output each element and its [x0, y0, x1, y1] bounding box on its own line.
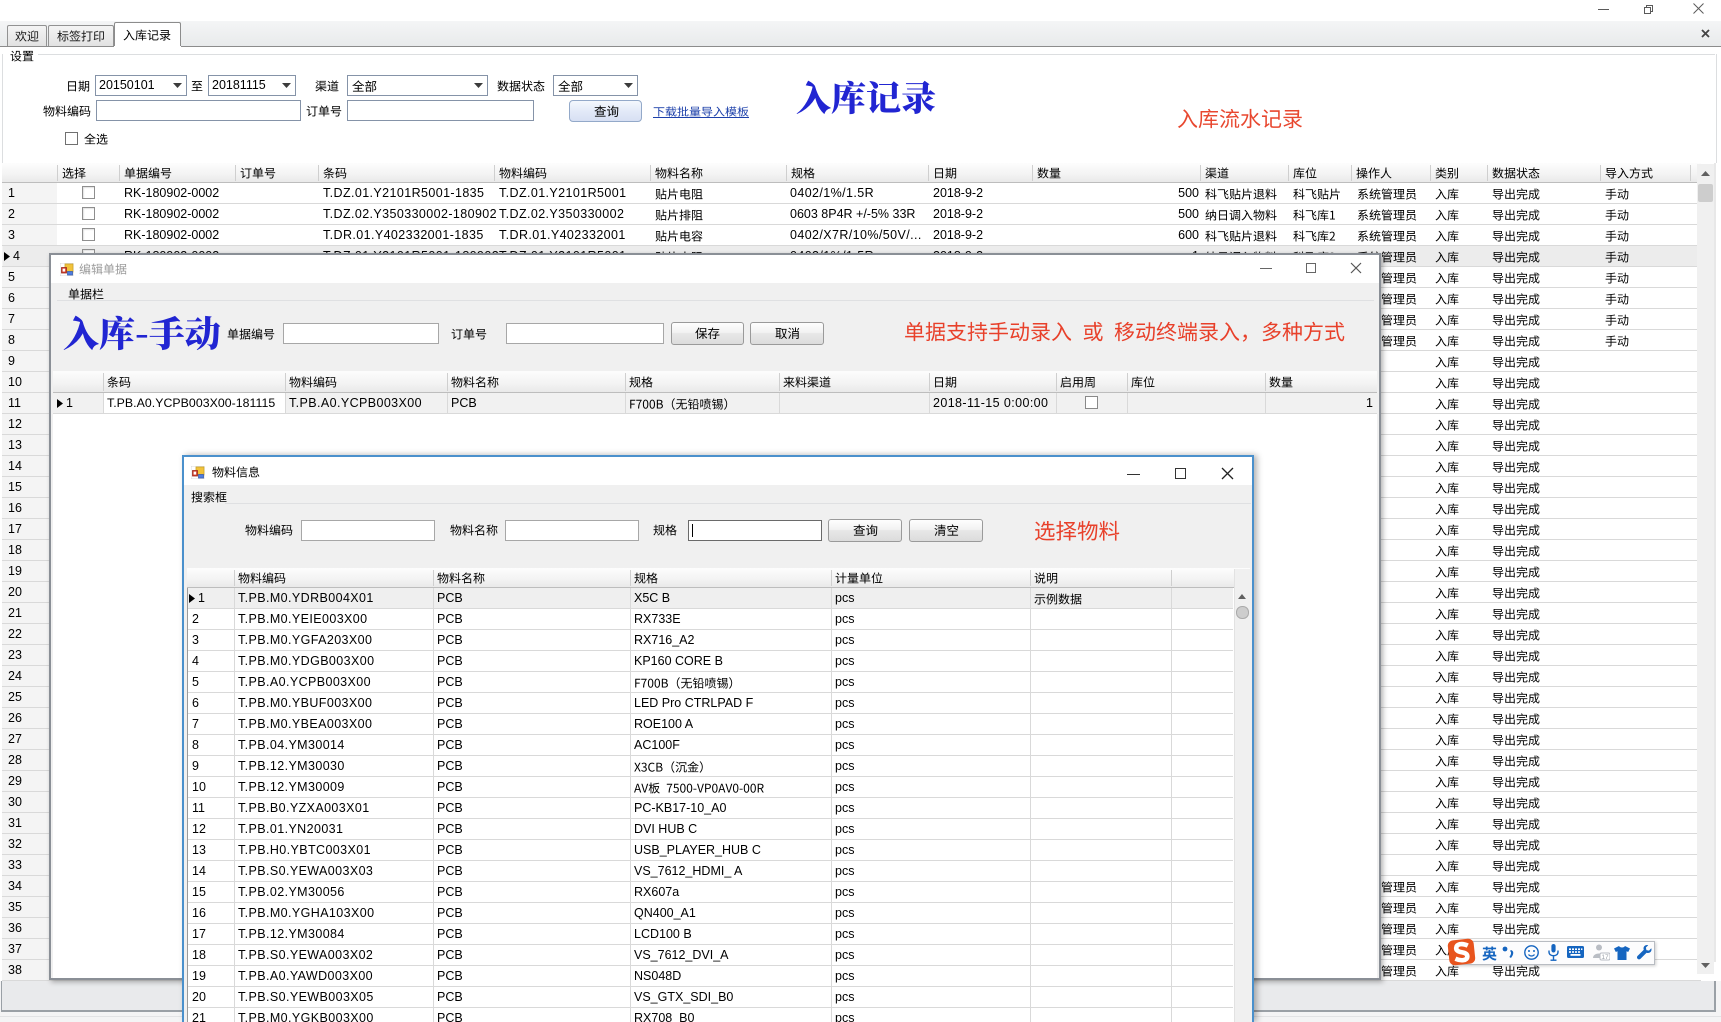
svg-text:17: 17 — [1601, 954, 1609, 961]
